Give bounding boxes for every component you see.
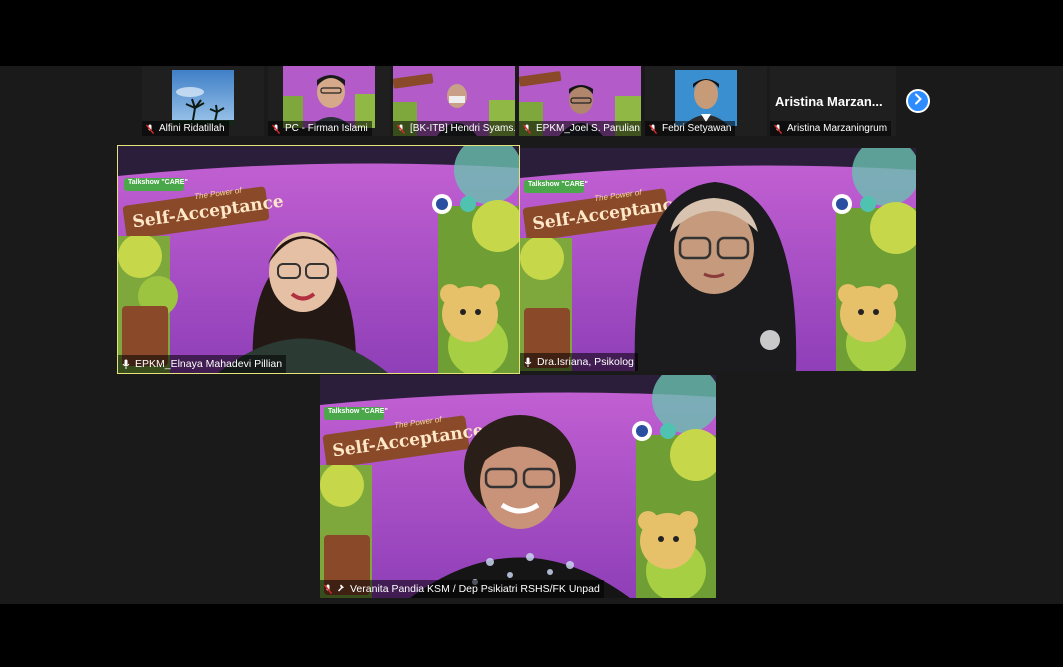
next-page-button[interactable] — [906, 89, 930, 113]
participant-name-label: Veranita Pandia KSM / Dep Psikiatri RSHS… — [320, 580, 604, 598]
mic-icon — [122, 359, 130, 369]
participant-name: Veranita Pandia KSM / Dep Psikiatri RSHS… — [350, 583, 600, 595]
thumbnail-tile-video-off[interactable]: Aristina Marzan... Aristina Marzaningrum — [770, 66, 896, 136]
participant-video — [172, 70, 234, 126]
participant-name: [BK-ITB] Hendri Syams... — [410, 123, 515, 134]
thumbnail-tile[interactable]: [BK-ITB] Hendri Syams... — [393, 66, 515, 136]
muted-mic-icon — [397, 124, 405, 134]
participant-name: EPKM_Elnaya Mahadevi Pillian — [135, 358, 283, 370]
pin-icon — [337, 584, 345, 594]
chevron-right-icon — [913, 92, 923, 110]
thumbnail-tile[interactable]: PC - Firman Islami — [268, 66, 390, 136]
participant-name: EPKM_Joel S. Parulian — [536, 123, 640, 134]
muted-mic-icon — [146, 124, 154, 134]
banner-tag: Talkshow "CARE" — [328, 408, 388, 415]
speaker-video-tile[interactable]: Talkshow "CARE" The Power of Self-Accept… — [117, 145, 520, 374]
banner-tag: Talkshow "CARE" — [528, 181, 588, 188]
banner-tag: Talkshow "CARE" — [128, 179, 188, 186]
participant-name-label: Dra.Isriana, Psikolog — [520, 353, 638, 371]
muted-mic-icon — [649, 124, 657, 134]
participant-name-label: EPKM_Elnaya Mahadevi Pillian — [118, 355, 287, 373]
thumbnail-tile[interactable]: Alfini Ridatillah — [142, 66, 264, 136]
muted-mic-icon — [324, 584, 332, 594]
participant-name-label: PC - Firman Islami — [268, 121, 372, 136]
participant-display-name: Aristina Marzan... — [775, 94, 883, 109]
participant-name-label: Aristina Marzaningrum — [770, 121, 892, 136]
participant-name: Alfini Ridatillah — [159, 123, 225, 134]
thumbnail-tile[interactable]: EPKM_Joel S. Parulian — [519, 66, 641, 136]
participant-video — [410, 415, 630, 598]
participant-name: PC - Firman Islami — [285, 123, 368, 134]
participant-name-label: [BK-ITB] Hendri Syams... — [393, 121, 515, 136]
thumbnail-tile[interactable]: Febri Setyawan — [645, 66, 767, 136]
participant-name-label: Febri Setyawan — [645, 121, 736, 136]
mic-icon — [524, 357, 532, 367]
participant-video — [634, 182, 797, 371]
participant-video — [675, 70, 737, 126]
muted-mic-icon — [523, 124, 531, 134]
participant-name: Febri Setyawan — [662, 123, 732, 134]
speaker-video-tile[interactable]: Talkshow "CARE" The Power of Self-Accept… — [520, 148, 916, 371]
speaker-video-tile[interactable]: Talkshow "CARE" The Power of Self-Accept… — [320, 375, 716, 598]
muted-mic-icon — [774, 124, 782, 134]
participant-video — [283, 66, 375, 128]
muted-mic-icon — [272, 124, 280, 134]
participant-name: Dra.Isriana, Psikolog — [537, 356, 634, 368]
participant-video — [218, 232, 388, 373]
participant-name: Aristina Marzaningrum — [787, 123, 888, 134]
participant-name-label: EPKM_Joel S. Parulian — [519, 121, 641, 136]
participant-name-label: Alfini Ridatillah — [142, 121, 229, 136]
